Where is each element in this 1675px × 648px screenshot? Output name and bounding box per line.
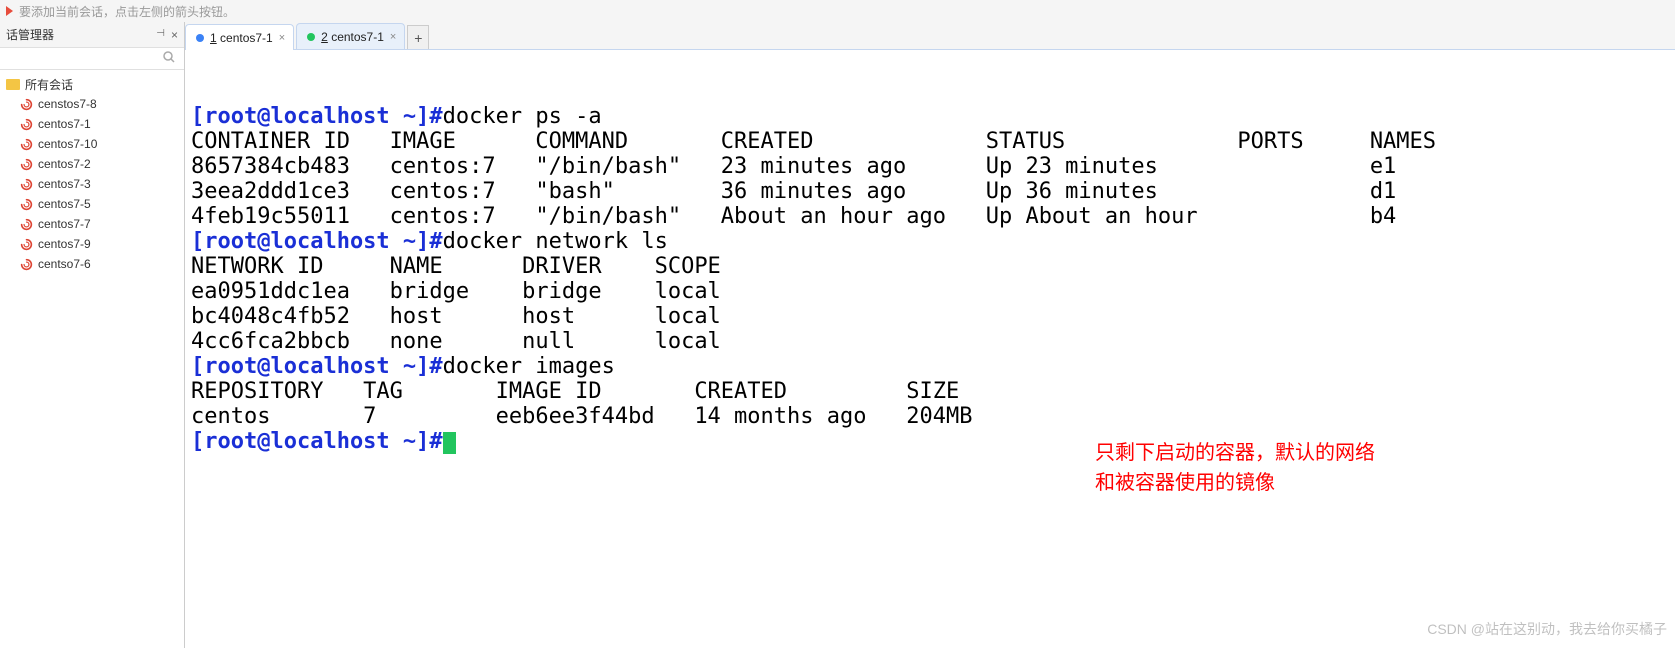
session-label: centos7-9	[38, 237, 91, 251]
status-dot-icon	[307, 33, 315, 41]
session-item[interactable]: centos7-1	[0, 114, 184, 134]
tree-root[interactable]: 所有会话	[0, 74, 184, 94]
sidebar-header: 话管理器 ⊣ ×	[0, 22, 184, 48]
session-icon	[20, 158, 33, 171]
session-item[interactable]: censtos7-8	[0, 94, 184, 114]
session-item[interactable]: centos7-3	[0, 174, 184, 194]
session-item[interactable]: centos7-9	[0, 234, 184, 254]
session-item[interactable]: centso7-6	[0, 254, 184, 274]
prompt: [root@localhost ~]#	[191, 229, 443, 254]
session-item[interactable]: centos7-2	[0, 154, 184, 174]
command-output: NETWORK ID NAME DRIVER SCOPE ea0951ddc1e…	[191, 254, 1669, 354]
search-icon	[162, 50, 176, 67]
command-output: REPOSITORY TAG IMAGE ID CREATED SIZE cen…	[191, 379, 1669, 429]
session-label: centos7-3	[38, 177, 91, 191]
session-label: censtos7-8	[38, 97, 97, 111]
session-item[interactable]: centos7-10	[0, 134, 184, 154]
sidebar-title: 话管理器	[6, 26, 54, 43]
tab-bar: 1 centos7-1 × 2 centos7-1 × +	[185, 22, 1675, 50]
tab[interactable]: 2 centos7-1 ×	[296, 23, 405, 49]
session-label: centso7-6	[38, 257, 91, 271]
status-dot-icon	[196, 34, 204, 42]
session-manager-sidebar: 话管理器 ⊣ × 所有会话 censtos7-8 centos7-1 centos7…	[0, 22, 185, 648]
prompt: [root@localhost ~]#	[191, 354, 443, 379]
hint-bar: 要添加当前会话，点击左侧的箭头按钮。	[0, 0, 1675, 22]
content-area: 1 centos7-1 × 2 centos7-1 × + [root@localho…	[185, 22, 1675, 648]
search-row[interactable]	[0, 48, 184, 70]
session-icon	[20, 238, 33, 251]
hint-text: 要添加当前会话，点击左侧的箭头按钮。	[19, 3, 235, 20]
session-tree: 所有会话 censtos7-8 centos7-1 centos7-10 centos…	[0, 70, 184, 278]
close-icon[interactable]: ×	[279, 32, 285, 44]
command-output: CONTAINER ID IMAGE COMMAND CREATED STATU…	[191, 129, 1669, 229]
session-icon	[20, 198, 33, 211]
session-icon	[20, 258, 33, 271]
prompt: [root@localhost ~]#	[191, 429, 443, 454]
session-icon	[20, 178, 33, 191]
prompt: [root@localhost ~]#	[191, 104, 443, 129]
session-label: centos7-10	[38, 137, 97, 151]
close-icon[interactable]: ×	[390, 31, 396, 43]
session-label: centos7-1	[38, 117, 91, 131]
session-icon	[20, 98, 33, 111]
watermark: CSDN @站在这别动，我去给你买橘子	[1427, 617, 1667, 642]
session-label: centos7-7	[38, 217, 91, 231]
cursor	[443, 432, 456, 454]
arrow-icon	[6, 6, 13, 16]
tab-label: 1 centos7-1	[210, 31, 273, 45]
folder-icon	[6, 79, 20, 90]
session-item[interactable]: centos7-5	[0, 194, 184, 214]
session-label: centos7-5	[38, 197, 91, 211]
pin-icon[interactable]: ⊣	[156, 28, 165, 42]
session-label: centos7-2	[38, 157, 91, 171]
close-icon[interactable]: ×	[171, 28, 178, 42]
add-tab-button[interactable]: +	[407, 25, 429, 49]
tab-label: 2 centos7-1	[321, 30, 384, 44]
session-icon	[20, 118, 33, 131]
terminal[interactable]: [root@localhost ~]#docker ps -aCONTAINER…	[185, 50, 1675, 648]
tree-root-label: 所有会话	[25, 76, 73, 93]
session-item[interactable]: centos7-7	[0, 214, 184, 234]
session-icon	[20, 218, 33, 231]
session-icon	[20, 138, 33, 151]
annotation-text: 只剩下启动的容器，默认的网络 和被容器使用的镜像	[1095, 438, 1435, 498]
tab[interactable]: 1 centos7-1 ×	[185, 24, 294, 50]
